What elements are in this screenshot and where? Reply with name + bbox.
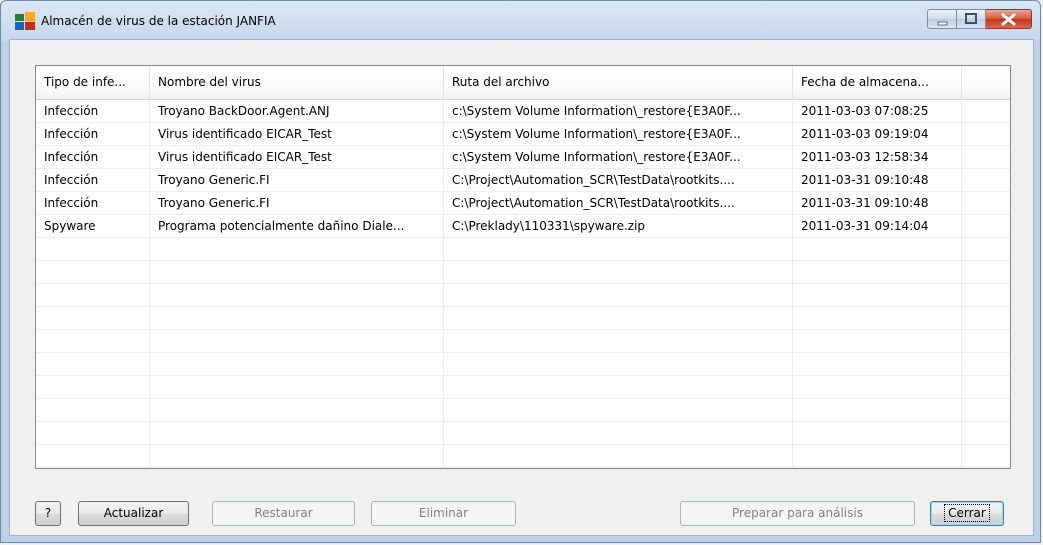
column-header-file-path[interactable]: Ruta del archivo	[444, 66, 793, 99]
cell-virus-name: Programa potencialmente dañino Diale...	[158, 219, 405, 233]
minimize-button[interactable]	[927, 9, 957, 29]
table-row[interactable]: Spyware Programa potencialmente dañino D…	[36, 215, 1010, 238]
cell-virus-name: Troyano BackDoor.Agent.ANJ	[158, 104, 330, 118]
empty-row	[36, 399, 1010, 422]
cell-virus-name: Troyano Generic.FI	[158, 196, 270, 210]
cell-date: 2011-03-03 07:08:25	[801, 104, 929, 118]
close-button-label: Cerrar	[944, 504, 990, 522]
close-icon	[1001, 13, 1016, 26]
cell-date: 2011-03-03 09:19:04	[801, 127, 929, 141]
cell-file-path: c:\System Volume Information\_restore{E3…	[452, 150, 741, 164]
cell-date: 2011-03-31 09:14:04	[801, 219, 929, 233]
cell-type: Infección	[44, 150, 99, 164]
cell-file-path: c:\System Volume Information\_restore{E3…	[452, 104, 741, 118]
cell-type: Infección	[44, 196, 99, 210]
column-header-date[interactable]: Fecha de almacena...	[793, 66, 962, 99]
empty-row	[36, 445, 1010, 468]
empty-row	[36, 261, 1010, 284]
close-window-button[interactable]	[986, 9, 1032, 29]
title-bar[interactable]: Almacén de virus de la estación JANFIA	[1, 1, 1040, 39]
cell-type: Infección	[44, 173, 99, 187]
minimize-icon	[937, 21, 948, 26]
empty-row	[36, 307, 1010, 330]
prepare-analysis-button[interactable]: Preparar para análisis	[680, 501, 915, 526]
cell-virus-name: Virus identificado EICAR_Test	[158, 150, 332, 164]
refresh-button[interactable]: Actualizar	[78, 501, 189, 526]
help-button[interactable]: ?	[35, 501, 61, 526]
cell-virus-name: Troyano Generic.FI	[158, 173, 270, 187]
cell-file-path: C:\Preklady\110331\spyware.zip	[452, 219, 646, 233]
cell-file-path: C:\Project\Automation_SCR\TestData\rootk…	[452, 173, 735, 187]
empty-row	[36, 353, 1010, 376]
empty-row	[36, 238, 1010, 261]
column-header-type[interactable]: Tipo de infe...	[36, 66, 150, 99]
empty-row	[36, 284, 1010, 307]
restore-button[interactable]: Restaurar	[212, 501, 355, 526]
avg-logo-icon	[15, 12, 35, 30]
cell-file-path: c:\System Volume Information\_restore{E3…	[452, 127, 741, 141]
table-row[interactable]: Infección Troyano Generic.FI C:\Project\…	[36, 192, 1010, 215]
column-header-virus-name[interactable]: Nombre del virus	[150, 66, 444, 99]
virus-list[interactable]: Tipo de infe... Nombre del virus Ruta de…	[35, 65, 1011, 469]
cell-file-path: C:\Project\Automation_SCR\TestData\rootk…	[452, 196, 735, 210]
cell-type: Infección	[44, 127, 99, 141]
table-row[interactable]: Infección Troyano Generic.FI C:\Project\…	[36, 169, 1010, 192]
cell-type: Infección	[44, 104, 99, 118]
maximize-icon	[965, 13, 977, 24]
app-window: Almacén de virus de la estación JANFIA T…	[0, 0, 1041, 543]
delete-button[interactable]: Eliminar	[371, 501, 516, 526]
table-row[interactable]: Infección Virus identificado EICAR_Test …	[36, 146, 1010, 169]
close-button[interactable]: Cerrar	[930, 501, 1004, 526]
maximize-button[interactable]	[957, 9, 986, 29]
cell-date: 2011-03-31 09:10:48	[801, 196, 929, 210]
list-header: Tipo de infe... Nombre del virus Ruta de…	[36, 66, 1010, 100]
empty-row	[36, 376, 1010, 399]
table-row[interactable]: Infección Virus identificado EICAR_Test …	[36, 123, 1010, 146]
window-title: Almacén de virus de la estación JANFIA	[41, 14, 276, 28]
cell-date: 2011-03-31 09:10:48	[801, 173, 929, 187]
table-row[interactable]: Infección Troyano BackDoor.Agent.ANJ c:\…	[36, 100, 1010, 123]
window-client-area: Tipo de infe... Nombre del virus Ruta de…	[9, 39, 1034, 536]
empty-row	[36, 422, 1010, 445]
cell-date: 2011-03-03 12:58:34	[801, 150, 929, 164]
empty-row	[36, 330, 1010, 353]
cell-type: Spyware	[44, 219, 96, 233]
cell-virus-name: Virus identificado EICAR_Test	[158, 127, 332, 141]
